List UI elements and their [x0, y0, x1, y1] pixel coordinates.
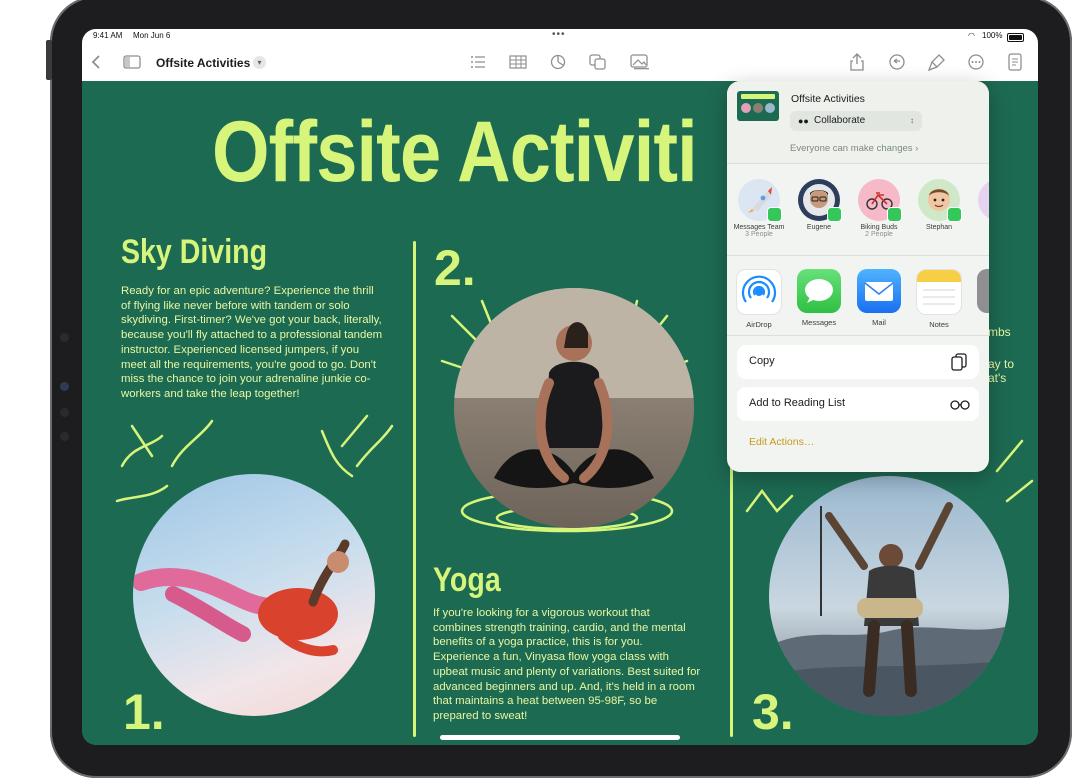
section-3-text-fragment: mbs [988, 325, 1011, 339]
person-name: Eugene [806, 224, 832, 231]
back-chevron-icon[interactable] [86, 52, 106, 72]
format-brush-icon[interactable] [927, 52, 947, 72]
section-number-1: 1. [123, 684, 165, 740]
airdrop-icon [736, 269, 782, 315]
undo-history-icon[interactable] [887, 52, 907, 72]
app-name: Mail [872, 318, 886, 327]
avatar [798, 179, 842, 222]
section-body-yoga: If you're looking for a vigorous workout… [433, 607, 701, 722]
wifi-icon: ◠ [968, 31, 975, 40]
collaborate-popup-button[interactable]: ●● Collaborate ↕ [790, 111, 922, 131]
section-3-text-fragment-3: at's [988, 371, 1007, 385]
person-subtitle: 2 People [865, 231, 893, 238]
table-icon[interactable] [508, 52, 528, 72]
list-icon[interactable] [468, 52, 488, 72]
app-airdrop[interactable]: AirDrop [731, 269, 787, 329]
edit-actions-link[interactable]: Edit Actions… [749, 436, 814, 448]
messages-badge-icon [947, 207, 962, 222]
app-messages[interactable]: Messages [791, 269, 847, 327]
share-target-biking-buds[interactable]: Biking Buds 2 People [851, 179, 907, 238]
skydiver-photo [133, 474, 375, 716]
app-icon [977, 269, 989, 313]
battery-icon [1007, 33, 1024, 42]
divider [727, 335, 989, 336]
permission-text: Everyone can make changes [790, 143, 913, 154]
camera-dot [60, 333, 69, 342]
person-subtitle: 3 People [745, 231, 773, 238]
share-target-messages-team[interactable]: Messages Team 3 People [731, 179, 787, 238]
app-mail[interactable]: Mail [851, 269, 907, 327]
home-indicator[interactable] [440, 735, 680, 740]
permission-link[interactable]: Everyone can make changes › [790, 143, 918, 154]
app-toolbar: 9:41 AM Mon Jun 6 ••• ◠ 100% Offsite Act… [82, 29, 1038, 82]
more-icon[interactable] [966, 52, 986, 72]
person-name: Biking Buds [860, 224, 898, 231]
section-body-sky-diving: Ready for an epic adventure? Experience … [121, 285, 383, 400]
share-sheet-header: Offsite Activities ●● Collaborate ↕ Ever… [727, 81, 989, 163]
share-icon[interactable] [847, 52, 867, 72]
sensor-dot-3 [60, 432, 69, 441]
add-to-reading-list-action[interactable]: Add to Reading List [737, 387, 979, 421]
copy-action[interactable]: Copy [737, 345, 979, 379]
action-label: Copy [749, 355, 775, 367]
share-sheet: Offsite Activities ●● Collaborate ↕ Ever… [727, 81, 989, 472]
app-name: Notes [929, 320, 949, 329]
divider [727, 163, 989, 164]
app-name: AirDrop [746, 320, 772, 329]
section-3-text-fragment-2: ay to [988, 357, 1015, 371]
divider [727, 255, 989, 256]
hiker-photo [769, 476, 1009, 716]
document-title[interactable]: Offsite Activities [156, 56, 250, 70]
shapes-icon[interactable] [588, 52, 608, 72]
column-divider-1 [413, 241, 416, 737]
sensor-dot-2 [60, 408, 69, 417]
app-name: Messages [801, 318, 837, 327]
status-date: Mon Jun 6 [133, 31, 171, 40]
section-number-3: 3. [752, 684, 794, 740]
sidebar-icon[interactable] [122, 52, 142, 72]
document-icon[interactable] [1005, 52, 1025, 72]
app-partial[interactable]: R [971, 269, 989, 327]
messages-icon [797, 269, 841, 313]
action-label: Add to Reading List [749, 397, 846, 409]
notes-icon [916, 269, 962, 315]
app-name: R [971, 318, 989, 327]
document-heading: Offsite Activiti [212, 104, 698, 200]
avatar [858, 179, 902, 222]
screen: 9:41 AM Mon Jun 6 ••• ◠ 100% Offsite Act… [82, 29, 1038, 745]
multitasking-dots-icon[interactable]: ••• [552, 29, 566, 40]
sensor-dot [60, 382, 69, 391]
avatar [918, 179, 962, 222]
mail-icon [857, 269, 901, 313]
battery-percent: 100% [982, 31, 1003, 40]
messages-badge-icon [887, 207, 902, 222]
person-name: Messages Team [733, 224, 785, 231]
yoga-photo [454, 288, 694, 528]
person-name: G [971, 224, 989, 231]
people-icon: ●● [798, 116, 809, 126]
share-target-stephan[interactable]: Stephan [911, 179, 967, 231]
up-down-chevron-icon: ↕ [910, 116, 914, 125]
media-icon[interactable] [630, 52, 650, 72]
messages-badge-icon [767, 207, 782, 222]
document-thumbnail [737, 91, 779, 121]
section-heading-yoga: Yoga [433, 561, 501, 599]
avatar [978, 179, 989, 221]
share-target-partial[interactable]: G [971, 179, 989, 231]
chevron-down-icon[interactable]: ▾ [253, 56, 266, 69]
side-button [46, 40, 52, 80]
copy-icon [949, 352, 969, 372]
chart-icon[interactable] [548, 52, 568, 72]
glasses-icon [949, 394, 970, 414]
section-heading-sky-diving: Sky Diving [121, 233, 268, 271]
person-name: Stephan [925, 224, 953, 231]
collaborate-label: Collaborate [814, 115, 866, 126]
share-target-eugene[interactable]: Eugene [791, 179, 847, 231]
status-time: 9:41 AM [93, 31, 123, 40]
share-document-title: Offsite Activities [791, 93, 865, 105]
app-notes[interactable]: Notes [911, 269, 967, 329]
messages-badge-icon [827, 207, 842, 222]
avatar [738, 179, 782, 222]
